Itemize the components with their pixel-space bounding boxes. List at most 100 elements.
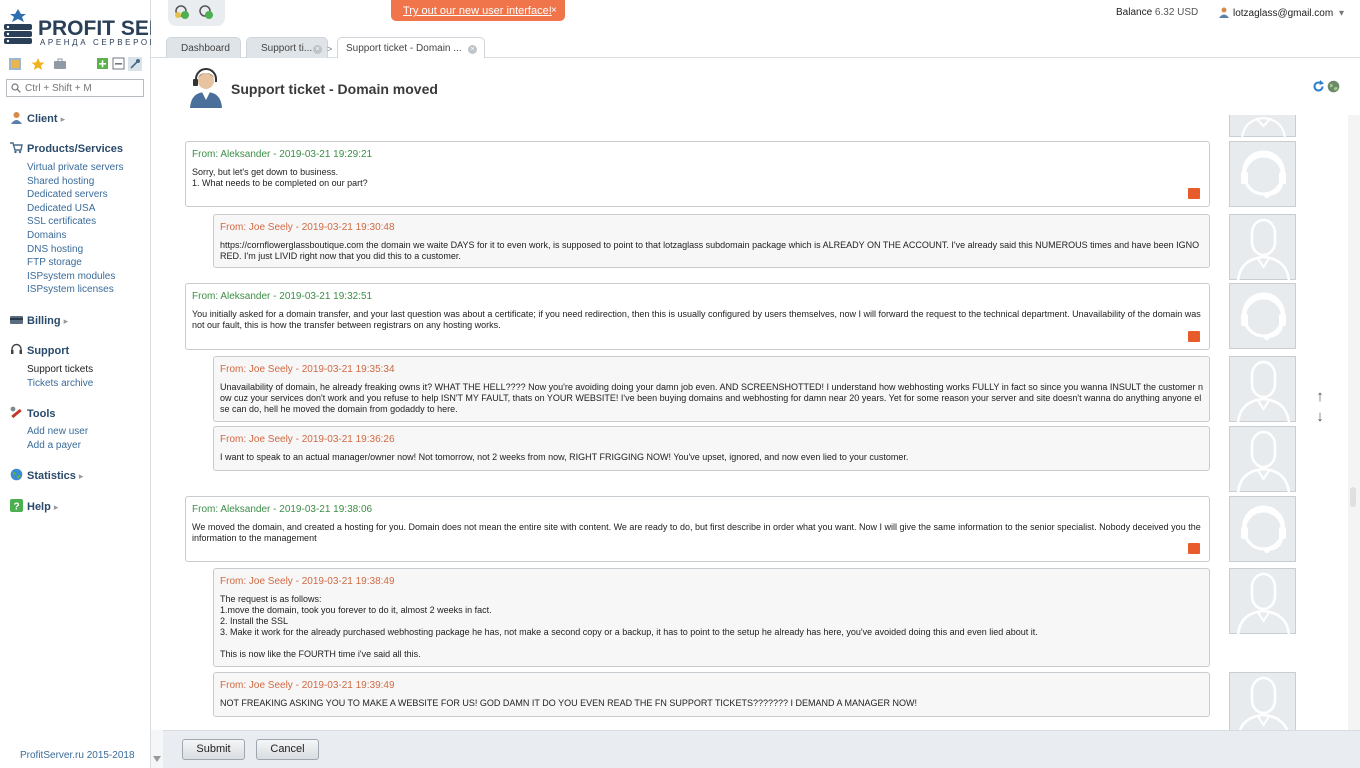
staff-message: From: Aleksander - 2019-03-21 19:38:06 We… [185,496,1210,562]
message-body: You initially asked for a domain transfe… [192,309,1201,330]
new-ui-link[interactable]: Try out our new user interface! [403,5,552,17]
help-icon: ? [10,499,23,512]
tab-support-ticket-domain[interactable]: Support ticket - Domain ... × [337,37,485,59]
sidebar-item-support-0[interactable]: Support tickets [27,364,93,375]
sidebar-section-billing[interactable]: Billing ▸ [10,313,68,327]
staff-message: From: Aleksander - 2019-03-21 19:32:51 Yo… [185,283,1210,350]
tab-label: Support ti... [261,43,313,54]
section-label: Help [27,501,51,513]
client-message: From: Joe Seely - 2019-03-21 19:30:48 htt… [213,214,1210,268]
close-tab-icon[interactable]: × [313,45,322,54]
logo-servers-icon [4,9,32,44]
tab-dashboard[interactable]: Dashboard [166,37,241,58]
support-agent-icon [190,68,222,108]
pin-icon[interactable] [128,57,142,71]
balance-value: 6.32 USD [1154,7,1199,18]
sidebar-item-tools-0[interactable]: Add new user [27,426,88,437]
sidebar-section-help[interactable]: ? Help ▸ [10,499,58,513]
logo[interactable]: PROFIT SERVER АРЕНДА СЕРВЕРОВ [2,8,207,48]
sidebar-section-client[interactable]: Client ▸ [10,111,65,125]
message-from: From: Aleksander - 2019-03-21 19:38:06 [192,504,373,515]
refresh-icon[interactable] [1312,80,1325,93]
form-footer: Submit Cancel [163,730,1360,768]
client-icon [11,112,22,124]
client-person-avatar [1229,672,1296,730]
sidebar-section-tools[interactable]: Tools [10,406,56,420]
message-from: From: Joe Seely - 2019-03-21 19:35:34 [220,364,395,375]
sidebar-item-products-0[interactable]: Virtual private servers [27,162,124,173]
scroll-up-arrow-icon[interactable]: ↑ [1314,387,1326,407]
chevron-right-icon: ▸ [63,316,69,326]
favorites-star-icon[interactable] [31,57,45,71]
sidebar-item-products-7[interactable]: FTP storage [27,257,82,268]
svg-text:?: ? [13,502,19,513]
user-email: lotzaglass@gmail.com [1233,8,1334,19]
expand-all-icon[interactable] [96,57,110,71]
sidebar-item-products-4[interactable]: SSL certificates [27,216,96,227]
search-input[interactable] [25,82,140,95]
scroll-thumb[interactable] [1350,487,1356,507]
page-title: Support ticket - Domain moved [231,81,438,97]
chevron-right-icon: ▸ [60,114,66,124]
message-body: https://cornflowerglassboutique.com the … [220,240,1200,261]
cancel-button[interactable]: Cancel [256,739,319,760]
staff-message: From: Aleksander - 2019-03-21 19:29:21 So… [185,141,1210,207]
user-menu[interactable]: lotzaglass@gmail.com ▾ [1219,7,1344,19]
staff-headset-avatar [1229,283,1296,349]
new-ui-banner[interactable]: Try out our new user interface! × [391,0,565,21]
page-header: Support ticket - Domain moved [151,58,1360,115]
balance: Balance 6.32 USD [1116,7,1198,18]
tab-bar: Dashboard Support ti... × Support ticket… [151,36,1360,59]
scroll-down-arrow-icon[interactable]: ↓ [1314,407,1326,427]
cart-icon [10,142,23,154]
staff-headset-avatar [1229,496,1296,562]
content-scrollbar[interactable] [1348,115,1360,730]
client-person-avatar [1229,568,1296,636]
tab-support-tickets[interactable]: Support ti... × [246,37,328,58]
message-body: Unavailability of domain, he already fre… [220,382,1204,414]
section-label: Products/Services [27,143,123,155]
toolbox-icon[interactable] [53,57,67,71]
sidebar-item-products-6[interactable]: DNS hosting [27,244,83,255]
submit-button[interactable]: Submit [182,739,245,760]
sidebar-item-support-1[interactable]: Tickets archive [27,378,93,389]
reply-icon[interactable] [1188,543,1200,554]
headset-icon [11,343,22,354]
message-body: I want to speak to an actual manager/own… [220,452,909,462]
reply-icon[interactable] [1188,331,1200,342]
sidebar-item-products-9[interactable]: ISPsystem licenses [27,284,114,295]
notifications-icon[interactable] [174,4,190,20]
sidebar-item-products-8[interactable]: ISPsystem modules [27,271,115,282]
balance-label: Balance [1116,7,1153,18]
client-message: From: Joe Seely - 2019-03-21 19:38:49 The… [213,568,1210,667]
message-from: From: Joe Seely - 2019-03-21 19:36:26 [220,434,395,445]
tab-label: Support ticket - Domain ... [346,43,462,54]
sidebar-item-products-3[interactable]: Dedicated USA [27,203,95,214]
search-icon [11,83,21,93]
sidebar-section-products[interactable]: Products/Services [10,141,123,155]
message-from: From: Aleksander - 2019-03-21 19:32:51 [192,291,373,302]
client-person-avatar [1229,214,1296,282]
section-label: Billing [27,315,61,327]
scroll-arrows[interactable]: ↑ ↓ [1314,387,1326,431]
staff-headset-avatar [1229,141,1296,207]
sidebar-item-products-2[interactable]: Dedicated servers [27,189,108,200]
message-body: We moved the domain, and created a hosti… [192,522,1201,543]
sidebar-item-tools-1[interactable]: Add a payer [27,440,81,451]
client-message: From: Joe Seely - 2019-03-21 19:36:26 I w… [213,426,1210,471]
top-icons [168,0,225,26]
message-from: From: Joe Seely - 2019-03-21 19:30:48 [220,222,395,233]
briefcase-icon[interactable] [8,57,22,71]
section-label: Tools [27,408,56,420]
sidebar-section-support[interactable]: Support [10,343,69,357]
close-tab-icon[interactable]: × [468,45,477,54]
message-body: Sorry, but let's get down to business. 1… [192,167,368,188]
reply-icon[interactable] [1188,188,1200,199]
sidebar-item-products-5[interactable]: Domains [27,230,66,241]
support-status-icon[interactable] [198,4,214,20]
close-icon[interactable]: × [551,5,557,16]
sidebar-section-statistics[interactable]: Statistics ▸ [10,468,83,482]
collapse-all-icon[interactable] [112,57,126,71]
globe-icon[interactable] [1327,80,1340,93]
sidebar-item-products-1[interactable]: Shared hosting [27,176,94,187]
